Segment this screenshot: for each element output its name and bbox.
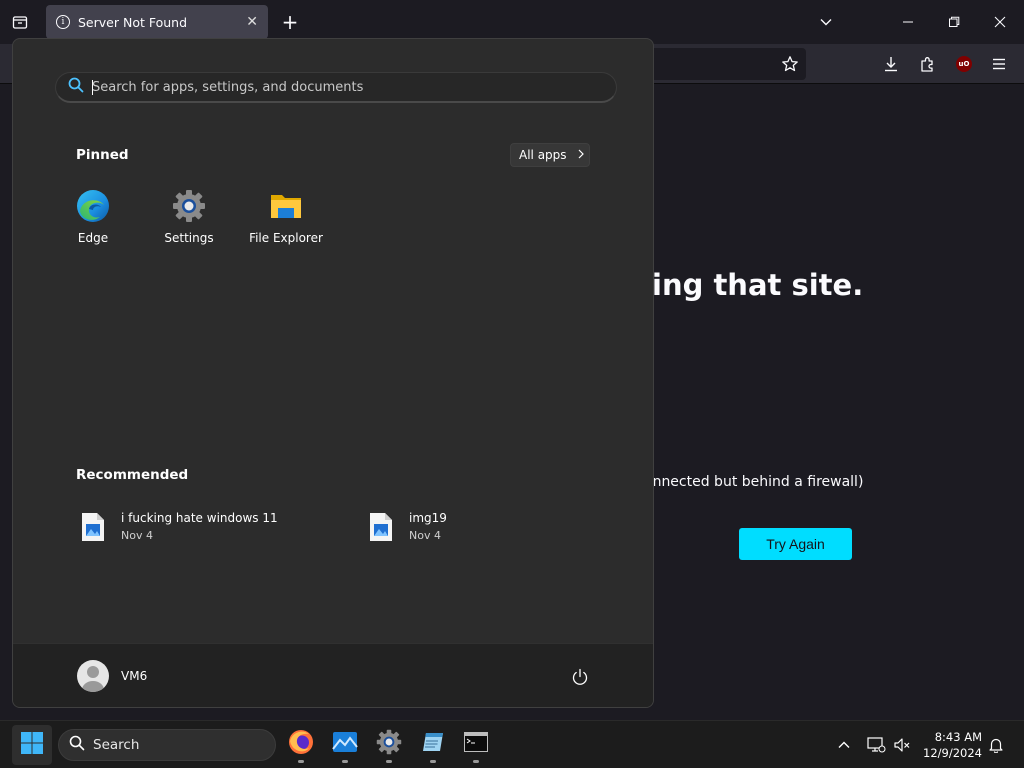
notification-bell-icon[interactable] — [986, 735, 1006, 755]
running-indicator — [430, 760, 436, 763]
all-apps-button[interactable]: All apps — [510, 143, 590, 167]
running-indicator — [386, 760, 392, 763]
pinned-app-settings[interactable]: Settings — [144, 189, 234, 245]
running-indicator — [473, 760, 479, 763]
menu-hamburger-icon[interactable] — [988, 53, 1010, 75]
list-all-tabs-icon[interactable] — [6, 8, 34, 36]
settings-gear-icon — [172, 189, 206, 223]
taskbar: Search 8:43 AM 12/9/2024 — [0, 720, 1024, 768]
error-suggestion-text: onnected but behind a firewall) — [644, 474, 864, 490]
start-search-input[interactable] — [92, 79, 572, 95]
extensions-icon[interactable] — [917, 53, 939, 75]
running-indicator — [298, 760, 304, 763]
start-button[interactable] — [12, 725, 52, 765]
search-icon — [68, 77, 84, 97]
downloads-icon[interactable] — [880, 53, 902, 75]
taskbar-photos[interactable] — [329, 728, 361, 763]
chevron-up-icon[interactable] — [834, 735, 854, 755]
taskbar-search-label: Search — [93, 737, 140, 753]
recommended-item[interactable]: i fucking hate windows 11 Nov 4 — [81, 511, 278, 542]
user-avatar-icon[interactable] — [77, 660, 109, 692]
taskbar-settings[interactable] — [373, 728, 405, 763]
taskbar-clock[interactable]: 8:43 AM 12/9/2024 — [918, 729, 982, 761]
pinned-app-label: Edge — [77, 231, 109, 245]
pinned-title: Pinned — [76, 147, 129, 163]
pinned-app-label: Settings — [164, 231, 214, 245]
taskbar-search-box[interactable]: Search — [58, 729, 276, 761]
start-search-box[interactable] — [55, 72, 617, 103]
pinned-app-label: File Explorer — [249, 231, 323, 245]
recommended-item-date: Nov 4 — [121, 529, 153, 542]
taskbar-notepad[interactable] — [417, 728, 449, 763]
close-window-icon[interactable] — [990, 12, 1010, 32]
start-menu: Pinned All apps Edge — [12, 38, 654, 708]
chevron-down-icon[interactable] — [816, 12, 836, 32]
recommended-item-name: i fucking hate windows 11 — [121, 511, 278, 525]
recommended-item-name: img19 — [409, 511, 447, 525]
chevron-right-icon — [577, 148, 585, 162]
image-file-icon — [81, 512, 105, 542]
user-name[interactable]: VM6 — [121, 669, 147, 683]
folder-icon — [269, 189, 303, 223]
all-apps-label: All apps — [519, 148, 567, 162]
clock-date: 12/9/2024 — [923, 746, 982, 760]
bookmark-star-icon[interactable] — [779, 53, 801, 75]
volume-muted-icon[interactable] — [892, 735, 912, 755]
info-icon: i — [56, 15, 70, 29]
error-headline: ing that site. — [652, 268, 864, 302]
network-icon[interactable] — [866, 735, 886, 755]
firefox-icon — [288, 729, 314, 759]
restore-icon[interactable] — [944, 12, 964, 32]
start-menu-footer: VM6 — [13, 643, 653, 707]
recommended-item[interactable]: img19 Nov 4 — [369, 511, 447, 542]
clock-time: 8:43 AM — [934, 730, 982, 744]
image-file-icon — [369, 512, 393, 542]
minimize-icon[interactable] — [898, 12, 918, 32]
browser-tab[interactable]: i Server Not Found ✕ — [46, 5, 268, 39]
pinned-app-file-explorer[interactable]: File Explorer — [241, 189, 331, 245]
ublock-origin-icon[interactable]: uO — [953, 53, 975, 75]
running-indicator — [342, 760, 348, 763]
power-icon[interactable] — [569, 666, 591, 688]
settings-gear-icon — [376, 729, 402, 759]
pinned-app-edge[interactable]: Edge — [48, 189, 138, 245]
photos-icon — [332, 731, 358, 757]
new-tab-button[interactable]: + — [278, 10, 302, 34]
notepad-icon — [421, 730, 445, 758]
search-icon — [69, 735, 85, 755]
terminal-icon — [464, 732, 488, 756]
edge-icon — [76, 189, 110, 223]
taskbar-firefox[interactable] — [285, 728, 317, 763]
try-again-button[interactable]: Try Again — [739, 528, 852, 560]
taskbar-terminal[interactable] — [460, 728, 492, 763]
windows-logo-icon — [20, 731, 44, 759]
tab-title: Server Not Found — [78, 14, 188, 30]
recommended-item-date: Nov 4 — [409, 529, 441, 542]
close-tab-icon[interactable]: ✕ — [246, 14, 258, 30]
recommended-title: Recommended — [76, 467, 189, 483]
